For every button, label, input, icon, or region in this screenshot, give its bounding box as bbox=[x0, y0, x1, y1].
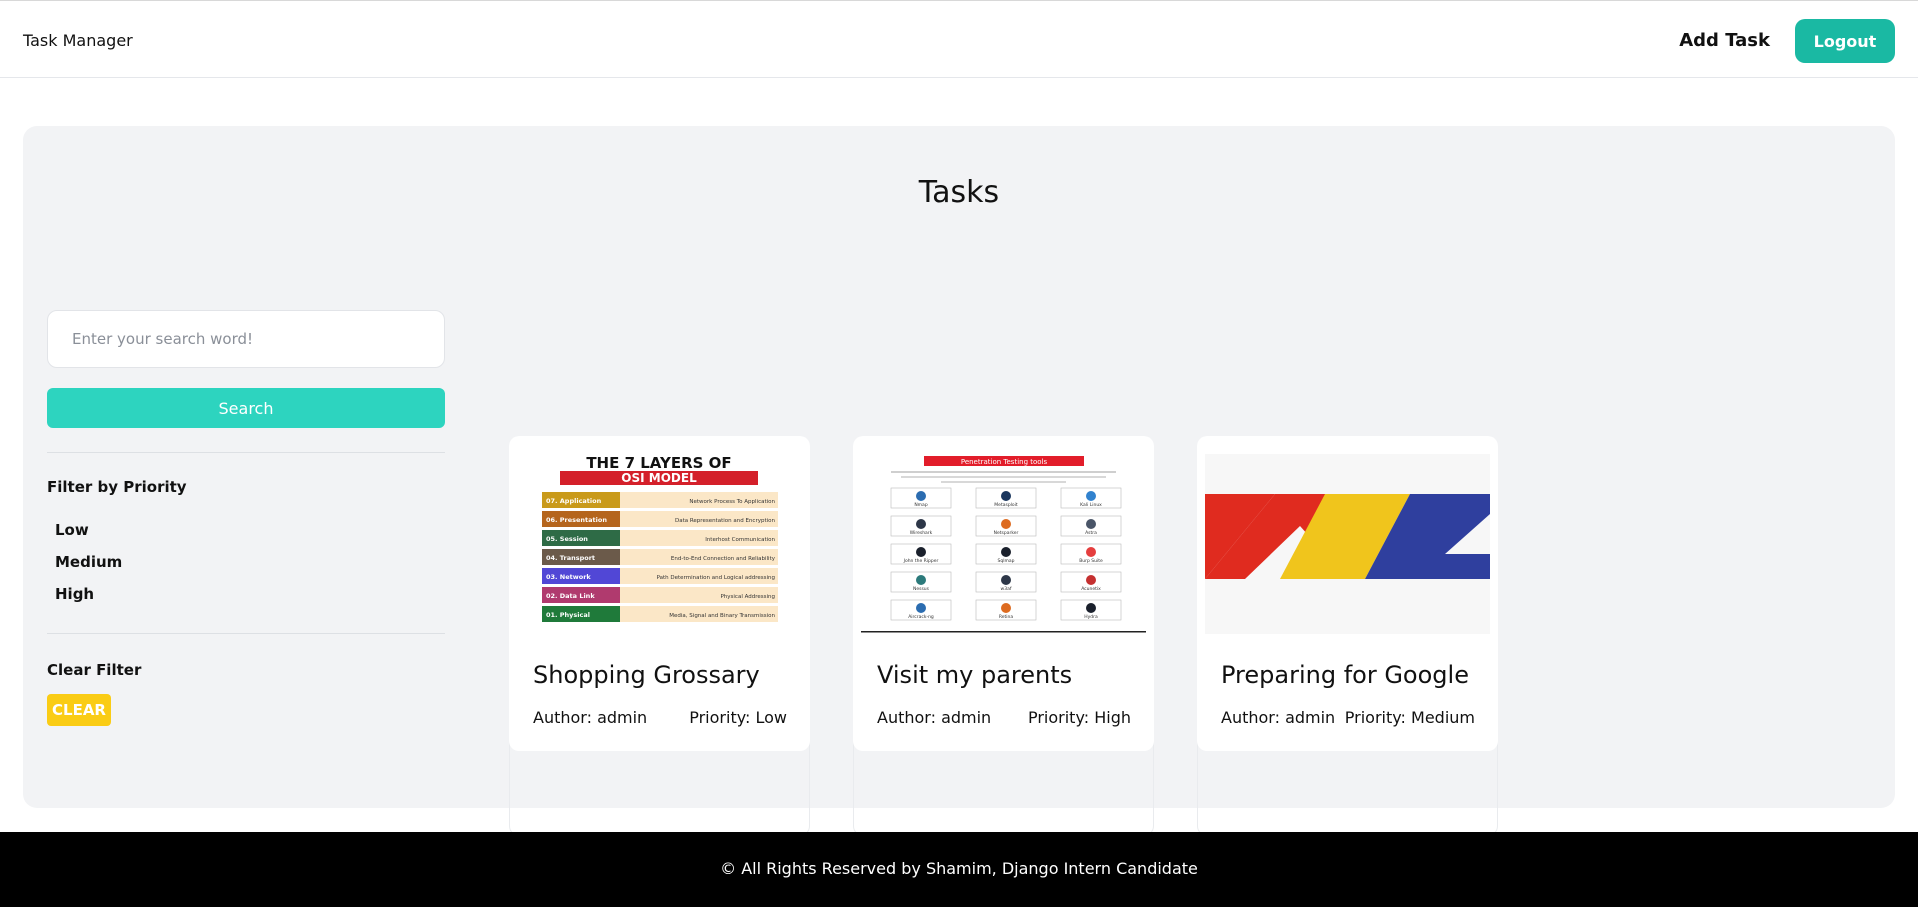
task-priority: Priority: Low bbox=[689, 708, 787, 727]
pentest-tool-label: Metasploit bbox=[994, 502, 1018, 508]
logout-button[interactable]: Logout bbox=[1795, 19, 1895, 63]
osi-heading-bottom: OSI MODEL bbox=[621, 471, 697, 485]
pentest-tool-icon bbox=[916, 547, 926, 557]
osi-layer-name: 04. Transport bbox=[546, 554, 595, 562]
pentest-tool-label: Kali Linux bbox=[1080, 502, 1102, 508]
osi-layer-name: 06. Presentation bbox=[546, 516, 607, 524]
pentest-tool-label: Retina bbox=[999, 614, 1014, 620]
pentest-tool-icon bbox=[1001, 519, 1011, 529]
pentest-heading: Penetration Testing tools bbox=[961, 458, 1048, 466]
search-input[interactable] bbox=[47, 310, 445, 368]
osi-layer-name: 05. Session bbox=[546, 535, 588, 543]
pentest-tool-icon bbox=[916, 575, 926, 585]
pentest-tool-icon bbox=[1086, 575, 1096, 585]
pentest-tool-label: Burp Suite bbox=[1079, 558, 1103, 564]
red-yellow-blue-logo-image bbox=[1205, 454, 1490, 634]
page-title: Tasks bbox=[918, 175, 1000, 210]
pentest-tools-grid: Nmap Metasploit Kali Linux Wireshark Netspar… bbox=[890, 487, 1122, 621]
footer-copyright: © All Rights Reserved by Shamim, Django … bbox=[720, 859, 1198, 878]
task-image-pentest-tools: Penetration Testing tools Nmap Metasploit… bbox=[861, 454, 1146, 634]
pentest-tool-label: Astra bbox=[1085, 530, 1097, 536]
filter-medium[interactable]: Medium bbox=[55, 553, 122, 571]
osi-layer-desc: Data Representation and Encryption bbox=[675, 518, 776, 524]
task-card-slot: THE 7 LAYERS OF OSI MODEL 07. Applicatio… bbox=[509, 436, 810, 836]
pentest-tool-label: Netsparker bbox=[994, 530, 1019, 536]
task-card-slot: Preparing for Google Author: admin Prior… bbox=[1197, 436, 1498, 836]
osi-layer-desc: Physical Addressing bbox=[720, 594, 775, 600]
pentest-tool-label: Acunetix bbox=[1081, 586, 1101, 592]
add-task-link[interactable]: Add Task bbox=[1679, 30, 1770, 51]
pentest-tool-label: Hydra bbox=[1084, 614, 1098, 620]
pentest-tool-label: Wireshark bbox=[910, 530, 933, 536]
osi-heading-top: THE 7 LAYERS OF bbox=[586, 454, 731, 472]
task-priority: Priority: High bbox=[1027, 708, 1131, 727]
filter-low[interactable]: Low bbox=[55, 521, 89, 539]
pentest-tool-label: Nmap bbox=[914, 502, 928, 508]
pentest-tool-icon bbox=[916, 491, 926, 501]
task-image-logo bbox=[1205, 454, 1490, 634]
clear-filter-button[interactable]: CLEAR bbox=[47, 694, 111, 726]
pentest-tool-icon bbox=[1001, 575, 1011, 585]
osi-layer-desc: Interhost Communication bbox=[705, 537, 775, 543]
osi-layer-name: 02. Data Link bbox=[546, 592, 595, 600]
pentest-tool-icon bbox=[1001, 603, 1011, 613]
task-author: Author: admin bbox=[533, 708, 648, 727]
task-card[interactable]: Penetration Testing tools Nmap Metasploit… bbox=[853, 436, 1154, 751]
pentest-tool-icon bbox=[1001, 547, 1011, 557]
pentest-tools-image: Penetration Testing tools Nmap Metasploit… bbox=[861, 454, 1146, 634]
pentest-tool-icon bbox=[1086, 547, 1096, 557]
pentest-tool-label: w3af bbox=[1001, 586, 1012, 592]
osi-layer-desc: Path Determination and Logical addressin… bbox=[657, 575, 775, 581]
osi-layer-desc: Network Process To Application bbox=[689, 499, 775, 505]
task-priority: Priority: Medium bbox=[1344, 708, 1475, 727]
pentest-tool-label: Aircrack-ng bbox=[908, 614, 934, 620]
task-title: Preparing for Google bbox=[1221, 661, 1469, 689]
osi-layer-name: 07. Application bbox=[546, 497, 602, 505]
sidebar-divider bbox=[47, 633, 445, 634]
filter-title: Filter by Priority bbox=[47, 478, 187, 496]
osi-layers-group: 07. Application Network Process To Applic… bbox=[542, 492, 778, 622]
pentest-tool-icon bbox=[916, 603, 926, 613]
pentest-tool-label: Sqlmap bbox=[998, 558, 1015, 564]
page-footer: © All Rights Reserved by Shamim, Django … bbox=[0, 832, 1918, 907]
task-card[interactable]: Preparing for Google Author: admin Prior… bbox=[1197, 436, 1498, 751]
task-title: Shopping Grossary bbox=[533, 661, 760, 689]
task-image-osi-model: THE 7 LAYERS OF OSI MODEL 07. Applicatio… bbox=[517, 454, 802, 634]
osi-layer-desc: End-to-End Connection and Reliability bbox=[671, 556, 776, 562]
osi-layer-name: 01. Physical bbox=[546, 611, 590, 619]
sidebar-divider bbox=[47, 452, 445, 453]
task-title: Visit my parents bbox=[877, 661, 1073, 689]
task-card-slot: Penetration Testing tools Nmap Metasploit… bbox=[853, 436, 1154, 836]
osi-layer-name: 03. Network bbox=[546, 573, 591, 581]
pentest-tool-icon bbox=[1086, 491, 1096, 501]
search-button[interactable]: Search bbox=[47, 388, 445, 428]
tasks-panel: Tasks Search Filter by Priority Low Medi… bbox=[23, 126, 1895, 836]
pentest-tool-label: John the Ripper bbox=[903, 558, 939, 564]
app-brand[interactable]: Task Manager bbox=[23, 31, 133, 50]
clear-filter-title: Clear Filter bbox=[47, 661, 142, 679]
pentest-tool-icon bbox=[1086, 603, 1096, 613]
pentest-tool-icon bbox=[1001, 491, 1011, 501]
task-author: Author: admin bbox=[877, 708, 992, 727]
task-card[interactable]: THE 7 LAYERS OF OSI MODEL 07. Applicatio… bbox=[509, 436, 810, 751]
filter-high[interactable]: High bbox=[55, 585, 94, 603]
pentest-tool-label: Nessus bbox=[913, 586, 930, 592]
task-author: Author: admin bbox=[1221, 708, 1336, 727]
pentest-tool-icon bbox=[916, 519, 926, 529]
osi-layer-desc: Media, Signal and Binary Transmission bbox=[669, 613, 775, 619]
top-navbar: Task Manager Add Task Logout bbox=[0, 0, 1918, 78]
osi-model-image: THE 7 LAYERS OF OSI MODEL 07. Applicatio… bbox=[542, 454, 778, 622]
pentest-tool-icon bbox=[1086, 519, 1096, 529]
